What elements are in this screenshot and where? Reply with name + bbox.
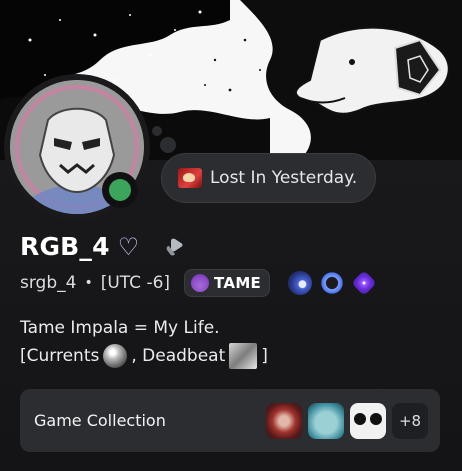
guild-tag[interactable]: TAME <box>184 269 271 297</box>
more-games-count[interactable]: +8 <box>392 402 428 439</box>
bio-text-2-suffix: ] <box>261 346 268 366</box>
gem-badge-icon[interactable] <box>351 270 377 296</box>
user-meta-row: srgb_4 • [UTC -6] TAME <box>20 268 377 298</box>
game-icon-red-creature[interactable] <box>266 402 302 439</box>
game-icon-panda[interactable] <box>350 402 386 439</box>
laurel-badge-icon[interactable] <box>320 271 345 295</box>
custom-status-bubble[interactable]: Lost In Yesterday. <box>161 153 377 203</box>
nitro-boost-icon[interactable] <box>165 237 187 257</box>
game-icons: +8 <box>266 402 428 439</box>
status-bubble-tail-small <box>152 126 162 136</box>
username[interactable]: srgb_4 <box>20 273 76 293</box>
bio-text-2-mid: , Deadbeat <box>131 346 226 366</box>
red-album-art-icon <box>178 168 202 188</box>
deadbeat-emoji-icon[interactable] <box>229 343 258 369</box>
bio-line-1: Tame Impala = My Life. <box>20 314 268 342</box>
online-status-dot <box>109 179 131 201</box>
bio-text-2-prefix: [Currents <box>20 346 100 366</box>
heart-icon: ♡ <box>117 232 140 261</box>
bio-text-1: Tame Impala = My Life. <box>20 318 220 338</box>
currents-emoji-icon[interactable] <box>103 344 128 368</box>
game-collection-title: Game Collection <box>34 411 166 430</box>
meta-separator: • <box>84 275 93 291</box>
status-bubble-tail-medium <box>160 137 176 153</box>
custom-status-text: Lost In Yesterday. <box>210 168 358 188</box>
pronouns-timezone: [UTC -6] <box>100 273 171 293</box>
online-status-indicator <box>102 172 138 208</box>
game-collection-card[interactable]: Game Collection +8 <box>20 389 440 452</box>
badge-list <box>288 270 377 296</box>
display-name-row: RGB_4 ♡ <box>20 232 187 261</box>
guild-tag-label: TAME <box>214 274 262 292</box>
display-name[interactable]: RGB_4 <box>20 232 110 261</box>
bio: Tame Impala = My Life. [Currents , Deadb… <box>20 314 268 370</box>
orb-badge-icon[interactable] <box>288 271 313 295</box>
purple-crescent-icon <box>191 274 210 292</box>
game-icon-blue-character[interactable] <box>308 402 344 439</box>
bio-line-2: [Currents , Deadbeat ] <box>20 342 268 370</box>
